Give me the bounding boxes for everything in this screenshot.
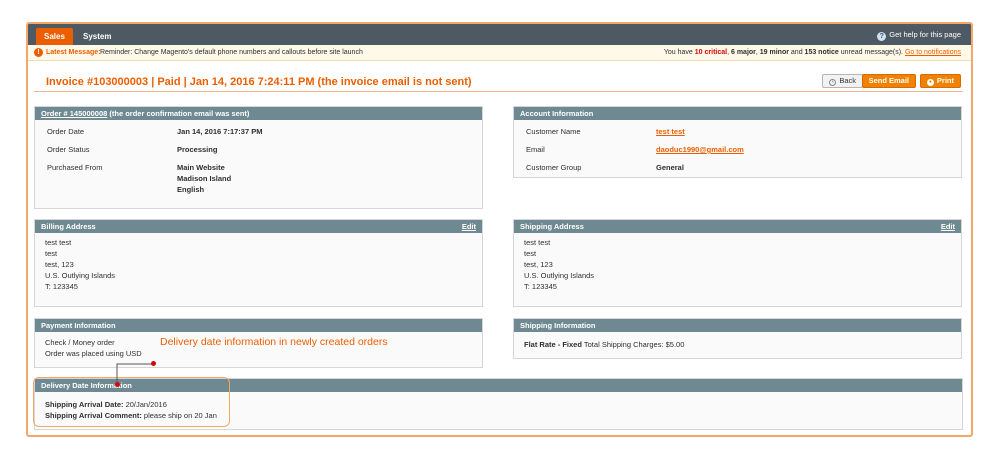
- annotation-dot-end: [151, 361, 156, 366]
- annotation-dot-start: [115, 382, 120, 387]
- annotation-connector: [116, 363, 153, 384]
- annotation-text: Delivery date information in newly creat…: [160, 336, 388, 348]
